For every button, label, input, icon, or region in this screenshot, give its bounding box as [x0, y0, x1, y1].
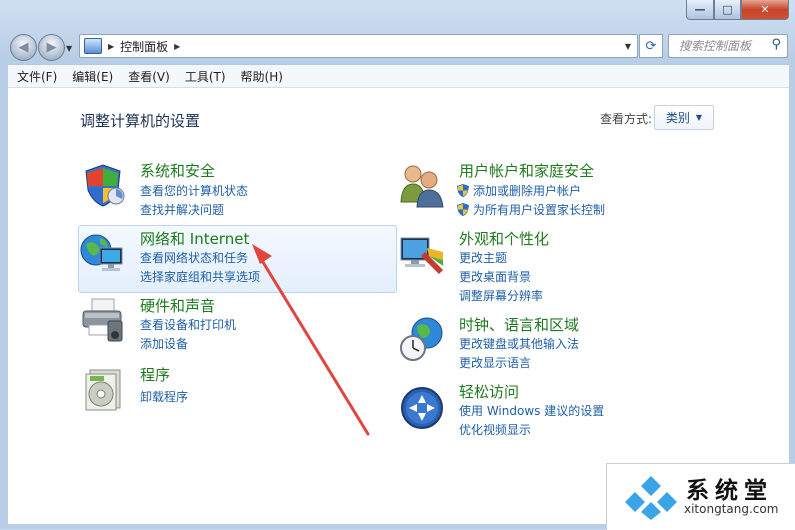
uac-shield-icon [457, 203, 469, 216]
category-link[interactable]: 卸载程序 [140, 388, 188, 405]
category-link[interactable]: 更改桌面背景 [459, 268, 531, 285]
close-button[interactable]: ✕ [741, 0, 789, 20]
category-link[interactable]: 查找并解决问题 [140, 201, 224, 218]
category-title[interactable]: 用户帐户和家庭安全 [459, 160, 594, 181]
forward-arrow-icon: ▶ [46, 40, 57, 55]
category-link[interactable]: 优化视频显示 [459, 421, 531, 438]
category-title[interactable]: 轻松访问 [459, 381, 519, 402]
category-link[interactable]: 查看您的计算机状态 [140, 182, 248, 199]
forward-button[interactable]: ▶ [38, 34, 65, 61]
category-title[interactable]: 网络和 Internet [140, 228, 249, 249]
category-link[interactable]: 查看设备和打印机 [140, 316, 236, 333]
address-dropdown-icon[interactable]: ▼ [625, 42, 631, 51]
category-link[interactable]: 更改键盘或其他输入法 [459, 335, 579, 352]
window-frame: — □ ✕ ◀ ▶ ▼ ▶ 控制面板 ▶ ▼ ⟳ ⚲ 文件(F) 编辑(E) 查… [0, 0, 795, 530]
search-input[interactable] [677, 38, 771, 54]
view-by-label: 查看方式: [600, 112, 653, 126]
category-link[interactable]: 添加设备 [140, 335, 188, 352]
back-arrow-icon: ◀ [18, 40, 29, 55]
category-user-accounts[interactable]: 用户帐户和家庭安全 添加或删除用户帐户 为所有用户设置家长控制 [399, 160, 719, 220]
watermark-name: 系统堂 [686, 478, 773, 504]
view-by-dropdown[interactable]: 类别 ▼ [654, 105, 714, 130]
ease-of-access-icon [401, 387, 443, 429]
site-logo-icon [625, 476, 677, 520]
category-link[interactable]: 为所有用户设置家长控制 [457, 201, 605, 218]
category-title[interactable]: 外观和个性化 [459, 228, 549, 249]
network-globe-icon [80, 234, 123, 271]
view-by-value: 类别 [665, 111, 690, 125]
breadcrumb-control-panel[interactable]: 控制面板 [120, 38, 168, 55]
category-link[interactable]: 添加或删除用户帐户 [457, 182, 581, 199]
category-link[interactable]: 更改显示语言 [459, 354, 531, 371]
category-link-label: 为所有用户设置家长控制 [473, 203, 606, 217]
printer-icon [82, 298, 123, 342]
breadcrumb-separator-icon[interactable]: ▶ [108, 42, 114, 51]
site-watermark: 系统堂 xitongtang.com [606, 463, 795, 530]
menu-tools[interactable]: 工具(T) [176, 68, 232, 85]
category-appearance[interactable]: 外观和个性化 更改主题 更改桌面背景 调整屏幕分辨率 [399, 228, 719, 303]
users-icon [400, 165, 444, 208]
programs-icon [85, 369, 121, 411]
category-title[interactable]: 程序 [140, 364, 170, 385]
category-link[interactable]: 调整屏幕分辨率 [459, 287, 543, 304]
category-link[interactable]: 更改主题 [459, 249, 507, 266]
uac-shield-icon [457, 184, 469, 197]
clock-globe-icon [400, 317, 443, 361]
recent-pages-dropdown-icon[interactable]: ▼ [66, 44, 72, 53]
category-link[interactable]: 查看网络状态和任务 [140, 249, 248, 266]
search-box[interactable]: ⚲ [668, 34, 788, 58]
menu-view[interactable]: 查看(V) [119, 68, 176, 85]
window-controls: — □ ✕ [686, 0, 789, 20]
category-title[interactable]: 系统和安全 [140, 160, 215, 181]
address-bar[interactable]: ▶ 控制面板 ▶ ▼ [79, 34, 638, 58]
appearance-icon [400, 237, 443, 274]
page-title: 调整计算机的设置 [80, 112, 201, 130]
category-ease-of-access[interactable]: 轻松访问 使用 Windows 建议的设置 优化视频显示 [399, 381, 719, 441]
refresh-button[interactable]: ⟳ [639, 34, 663, 58]
maximize-button[interactable]: □ [714, 0, 741, 20]
category-title[interactable]: 时钟、语言和区域 [459, 314, 579, 335]
search-icon[interactable]: ⚲ [771, 37, 781, 52]
category-system-security[interactable]: 系统和安全 查看您的计算机状态 查找并解决问题 [80, 160, 380, 220]
content-pane: 调整计算机的设置 查看方式: 类别 ▼ 系统和安全 查看您的计算机状态 查找并解… [8, 87, 789, 524]
watermark-url: xitongtang.com [684, 502, 779, 516]
minimize-button[interactable]: — [686, 0, 714, 20]
menu-edit[interactable]: 编辑(E) [63, 68, 119, 85]
category-link-label: 添加或删除用户帐户 [473, 184, 582, 198]
category-clock-language-region[interactable]: 时钟、语言和区域 更改键盘或其他输入法 更改显示语言 [399, 314, 719, 374]
refresh-icon: ⟳ [645, 38, 657, 54]
menu-file[interactable]: 文件(F) [8, 68, 63, 85]
menu-bar: 文件(F) 编辑(E) 查看(V) 工具(T) 帮助(H) [8, 64, 789, 87]
navigation-bar: ◀ ▶ ▼ ▶ 控制面板 ▶ ▼ ⟳ ⚲ [0, 30, 795, 62]
control-panel-icon [84, 38, 102, 54]
back-button[interactable]: ◀ [10, 34, 37, 61]
shield-icon [85, 164, 125, 207]
category-title[interactable]: 硬件和声音 [140, 295, 215, 316]
annotation-arrow [252, 244, 370, 436]
chevron-down-icon: ▼ [695, 113, 703, 122]
menu-help[interactable]: 帮助(H) [232, 68, 289, 85]
category-link[interactable]: 使用 Windows 建议的设置 [459, 402, 604, 419]
breadcrumb-separator-icon[interactable]: ▶ [174, 42, 180, 51]
